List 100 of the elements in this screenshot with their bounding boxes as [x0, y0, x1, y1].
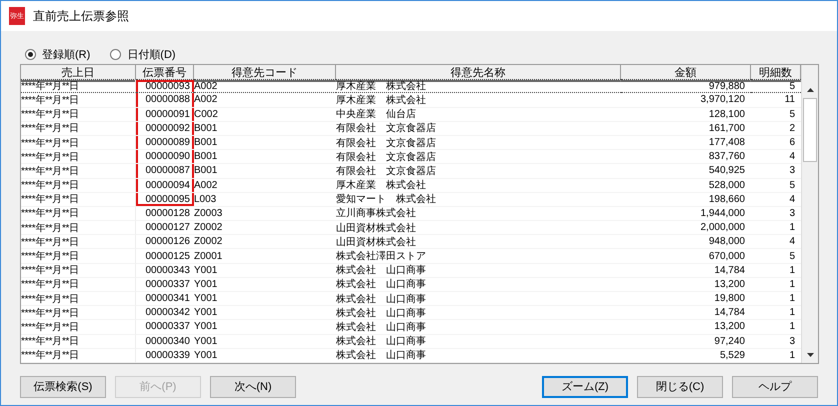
amount-cell: 837,760	[621, 150, 751, 164]
customer-code-cell: Y001	[194, 334, 336, 349]
amount-cell: 670,000	[621, 249, 751, 264]
date-cell: ****年**月**日	[21, 320, 136, 335]
customer-name-cell: 厚木産業 株式会社	[336, 93, 621, 108]
slip-number-cell: 00000092	[136, 122, 194, 136]
customer-code-cell: Y001	[194, 278, 336, 292]
slip-number-cell: 00000343	[136, 264, 194, 278]
customer-code-cell: L003	[194, 192, 336, 207]
slip-number-cell: 00000089	[136, 136, 194, 150]
slip-number-cell: 00000342	[136, 306, 194, 320]
customer-code-cell: Z0001	[194, 249, 336, 264]
amount-cell: 2,000,000	[621, 221, 751, 236]
customer-name-cell: 株式会社澤田ストア	[336, 249, 621, 264]
customer-code-cell: Y001	[194, 264, 336, 278]
customer-name-cell: 有限会社 文京食器店	[336, 136, 621, 150]
amount-cell: 540,925	[621, 164, 751, 178]
customer-name-cell: 株式会社 山口商事	[336, 320, 621, 335]
slip-number-cell: 00000091	[136, 108, 194, 122]
date-cell: ****年**月**日	[21, 122, 136, 136]
customer-code-cell: Z0002	[194, 235, 336, 250]
amount-cell: 979,880	[621, 79, 751, 94]
date-cell: ****年**月**日	[21, 292, 136, 306]
column-header[interactable]: 得意先コード	[194, 65, 336, 82]
amount-cell: 161,700	[621, 122, 751, 136]
amount-cell: 528,000	[621, 178, 751, 193]
customer-name-cell: 有限会社 文京食器店	[336, 164, 621, 178]
customer-code-cell: C002	[194, 108, 336, 122]
scroll-down-icon[interactable]	[806, 352, 814, 357]
customer-name-cell: 株式会社 山口商事	[336, 264, 621, 278]
slip-number-cell: 00000127	[136, 221, 194, 236]
date-cell: ****年**月**日	[21, 164, 136, 178]
sort-radio[interactable]: 登録順(R)	[25, 46, 90, 62]
slip-number-cell: 00000088	[136, 93, 194, 108]
amount-cell: 177,408	[621, 136, 751, 150]
date-cell: ****年**月**日	[21, 334, 136, 349]
slip-number-cell: 00000340	[136, 334, 194, 349]
scroll-thumb[interactable]	[803, 98, 817, 162]
date-cell: ****年**月**日	[21, 249, 136, 264]
customer-name-cell: 中央産業 仙台店	[336, 108, 621, 122]
amount-cell: 97,240	[621, 334, 751, 349]
slip-number-cell: 00000341	[136, 292, 194, 306]
slip-number-cell: 00000087	[136, 164, 194, 178]
date-cell: ****年**月**日	[21, 348, 136, 363]
customer-code-cell: Y001	[194, 348, 336, 363]
customer-code-cell: A002	[194, 93, 336, 108]
slip-number-cell: 00000337	[136, 320, 194, 335]
customer-code-cell: Y001	[194, 320, 336, 335]
customer-code-cell: B001	[194, 136, 336, 150]
date-cell: ****年**月**日	[21, 264, 136, 278]
amount-cell: 19,800	[621, 292, 751, 306]
dialog-button[interactable]: 伝票検索(S)	[20, 376, 106, 398]
slip-number-cell: 00000126	[136, 235, 194, 250]
date-cell: ****年**月**日	[21, 206, 136, 222]
customer-code-cell: B001	[194, 150, 336, 164]
customer-name-cell: 厚木産業 株式会社	[336, 178, 621, 193]
column-header[interactable]: 売上日	[21, 65, 136, 82]
amount-cell: 128,100	[621, 108, 751, 122]
customer-name-cell: 厚木産業 株式会社	[336, 79, 621, 94]
column-header[interactable]: 得意先名称	[336, 65, 621, 82]
customer-code-cell: Z0003	[194, 206, 336, 222]
slip-number-cell: 00000095	[136, 192, 194, 207]
customer-code-cell: A002	[194, 79, 336, 94]
scroll-up-icon[interactable]	[806, 88, 814, 92]
customer-name-cell: 有限会社 文京食器店	[336, 122, 621, 136]
sort-radio[interactable]: 日付順(D)	[110, 46, 176, 62]
scrollbar[interactable]	[801, 65, 818, 363]
customer-name-cell: 立川商事株式会社	[336, 206, 621, 222]
amount-cell: 948,000	[621, 235, 751, 250]
slip-number-cell: 00000090	[136, 150, 194, 164]
dialog-button[interactable]: ヘルプ	[732, 376, 818, 398]
amount-cell: 14,784	[621, 306, 751, 320]
column-header[interactable]: 金額	[621, 65, 751, 82]
column-header[interactable]: 明細数	[751, 65, 801, 82]
date-cell: ****年**月**日	[21, 178, 136, 193]
amount-cell: 5,529	[621, 348, 751, 363]
slip-number-cell: 00000339	[136, 348, 194, 363]
date-cell: ****年**月**日	[21, 79, 136, 94]
customer-code-cell: B001	[194, 122, 336, 136]
date-cell: ****年**月**日	[21, 150, 136, 164]
slip-number-cell: 00000128	[136, 206, 194, 222]
customer-name-cell: 株式会社 山口商事	[336, 334, 621, 349]
dialog-button[interactable]: 次へ(N)	[210, 376, 296, 398]
amount-cell: 3,970,120	[621, 93, 751, 108]
amount-cell: 1,944,000	[621, 206, 751, 222]
date-cell: ****年**月**日	[21, 306, 136, 320]
customer-name-cell: 株式会社 山口商事	[336, 348, 621, 363]
amount-cell: 13,200	[621, 278, 751, 292]
customer-code-cell: A002	[194, 178, 336, 193]
date-cell: ****年**月**日	[21, 192, 136, 207]
customer-code-cell: Y001	[194, 292, 336, 306]
amount-cell: 198,660	[621, 192, 751, 207]
customer-name-cell: 山田資材株式会社	[336, 235, 621, 250]
dialog-button[interactable]: ズーム(Z)	[542, 376, 628, 398]
dialog-button[interactable]: 閉じる(C)	[637, 376, 723, 398]
slip-number-cell: 00000093	[136, 79, 194, 94]
date-cell: ****年**月**日	[21, 93, 136, 108]
customer-code-cell: B001	[194, 164, 336, 178]
slip-number-cell: 00000337	[136, 278, 194, 292]
date-cell: ****年**月**日	[21, 278, 136, 292]
